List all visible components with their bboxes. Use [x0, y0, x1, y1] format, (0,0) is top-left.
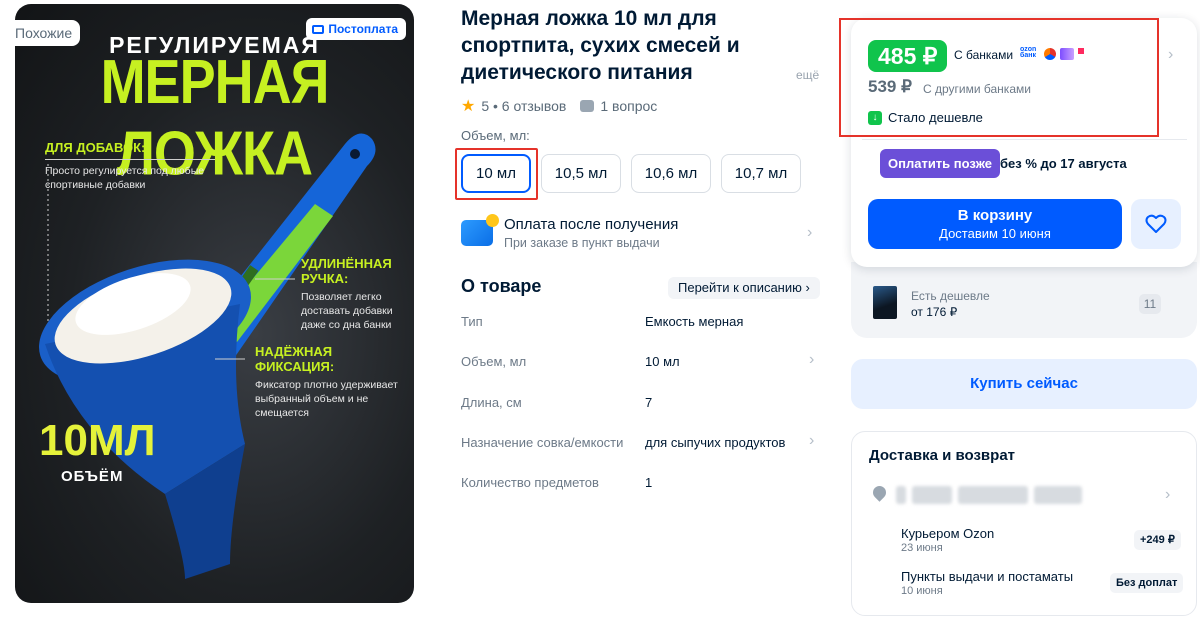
image-feature-3: НАДЁЖНАЯ ФИКСАЦИЯ: Фиксатор плотно удерж…	[255, 344, 405, 420]
cheaper-product-thumbnail	[873, 286, 897, 319]
image-feature-text: Фиксатор плотно удерживает выбранный объ…	[255, 379, 398, 419]
chevron-right-icon: ›	[807, 224, 813, 241]
delivery-option-date: 10 июня	[901, 585, 943, 597]
blurred-text	[896, 486, 906, 504]
volume-option-10-6[interactable]: 10,6 мл	[631, 154, 711, 193]
volume-option-10-5[interactable]: 10,5 мл	[541, 154, 621, 193]
delivery-price-tag: +249 ₽	[1134, 530, 1181, 550]
image-feature-1: ДЛЯ ДОБАВОК: Просто регулируется под люб…	[45, 140, 215, 192]
postpay-label: Постоплата	[328, 22, 398, 36]
buy-now-button[interactable]: Купить сейчас	[851, 359, 1197, 409]
cheaper-label: Есть дешевле	[911, 289, 990, 303]
spec-value: 1	[645, 475, 653, 490]
card-icon	[312, 24, 325, 34]
image-feature-title: ДЛЯ ДОБАВОК:	[45, 140, 146, 155]
goto-description-label: Перейти к описанию	[678, 280, 802, 295]
selection-highlight	[455, 148, 538, 200]
spec-key: Количество предметов	[461, 475, 599, 490]
product-image[interactable]: РЕГУЛИРУЕМАЯ МЕРНАЯ ЛОЖКА ДЛЯ ДОБАВОК: П…	[15, 4, 414, 603]
delivery-option-date: 23 июня	[901, 542, 943, 554]
chevron-right-icon[interactable]: ›	[1165, 486, 1170, 504]
payment-card-icon	[461, 214, 499, 246]
blurred-text	[958, 486, 1028, 504]
delivery-option-name: Курьером Ozon	[901, 526, 995, 541]
add-to-cart-button[interactable]: В корзину Доставим 10 июня	[868, 199, 1122, 249]
spec-key: Объем, мл	[461, 354, 527, 369]
cheaper-price: от 176 ₽	[911, 305, 958, 319]
spec-value: 10 мл	[645, 354, 680, 369]
image-feature-text: Позволяет легко доставать добавки даже с…	[301, 291, 393, 331]
volume-label: Объем, мл:	[461, 128, 530, 143]
question-icon	[580, 100, 595, 112]
spec-value: 7	[645, 395, 653, 410]
rating-row[interactable]: ★ 5 • 6 отзывов 1 вопрос	[461, 96, 657, 116]
spec-value: для сыпучих продуктов	[645, 435, 786, 450]
cart-label: В корзину	[957, 207, 1033, 224]
image-feature-text: Просто регулируется под любые спортивные…	[45, 165, 205, 191]
delivery-option-courier[interactable]: Курьером Ozon 23 июня	[901, 526, 994, 554]
chevron-right-icon[interactable]: ›	[1168, 46, 1173, 64]
pay-later-note: без % до 17 августа	[1000, 156, 1127, 171]
chevron-right-icon: ›	[809, 432, 815, 449]
more-link[interactable]: ещё	[796, 68, 819, 82]
delivery-address-blurred[interactable]	[896, 486, 1158, 508]
product-page: РЕГУЛИРУЕМАЯ МЕРНАЯ ЛОЖКА ДЛЯ ДОБАВОК: П…	[0, 0, 1200, 623]
favorite-button[interactable]	[1131, 199, 1181, 249]
pay-later-button[interactable]: Оплатить позже	[880, 149, 1000, 178]
delivery-price-tag: Без доплат	[1110, 573, 1184, 593]
payment-option-row[interactable]: Оплата после получения При заказе в пунк…	[461, 214, 819, 256]
image-feature-title: НАДЁЖНАЯ ФИКСАЦИЯ:	[255, 344, 335, 374]
image-volume-word: ОБЪЁМ	[61, 468, 124, 485]
spec-value: Емкость мерная	[645, 314, 744, 329]
delivery-option-name: Пункты выдачи и постаматы	[901, 569, 1074, 584]
heart-icon	[1145, 214, 1167, 233]
star-icon: ★	[461, 98, 476, 115]
about-title: О товаре	[461, 276, 542, 296]
postpay-badge: Постоплата	[306, 18, 406, 40]
spec-key: Тип	[461, 314, 483, 329]
image-feature-2: УДЛИНЁННАЯ РУЧКА: Позволяет легко достав…	[301, 256, 409, 332]
image-feature-title: УДЛИНЁННАЯ РУЧКА:	[301, 256, 392, 286]
chevron-right-icon: ›	[809, 351, 815, 368]
spec-key: Назначение совка/емкости	[461, 435, 624, 450]
blurred-text	[912, 486, 952, 504]
goto-description-button[interactable]: Перейти к описанию ›	[668, 277, 820, 299]
volume-option-10-7[interactable]: 10,7 мл	[721, 154, 801, 193]
price-highlight	[839, 18, 1159, 137]
spec-key: Длина, см	[461, 395, 522, 410]
cart-delivery-date: Доставим 10 июня	[939, 226, 1051, 241]
delivery-option-pickup[interactable]: Пункты выдачи и постаматы 10 июня	[901, 569, 1073, 597]
divider	[862, 139, 1187, 140]
divider	[45, 159, 215, 160]
payment-subtitle: При заказе в пункт выдачи	[504, 236, 660, 250]
questions-text[interactable]: 1 вопрос	[600, 98, 657, 114]
payment-title: Оплата после получения	[504, 216, 679, 233]
cheaper-count-badge: 11	[1139, 294, 1161, 314]
similar-button[interactable]: Похожие	[7, 20, 81, 46]
delivery-title: Доставка и возврат	[869, 447, 1016, 464]
product-title: Мерная ложка 10 мл для спортпита, сухих …	[461, 7, 740, 84]
rating-text[interactable]: 5 • 6 отзывов	[481, 98, 566, 114]
blurred-text	[1034, 486, 1082, 504]
image-volume-value: 10МЛ	[39, 416, 156, 465]
